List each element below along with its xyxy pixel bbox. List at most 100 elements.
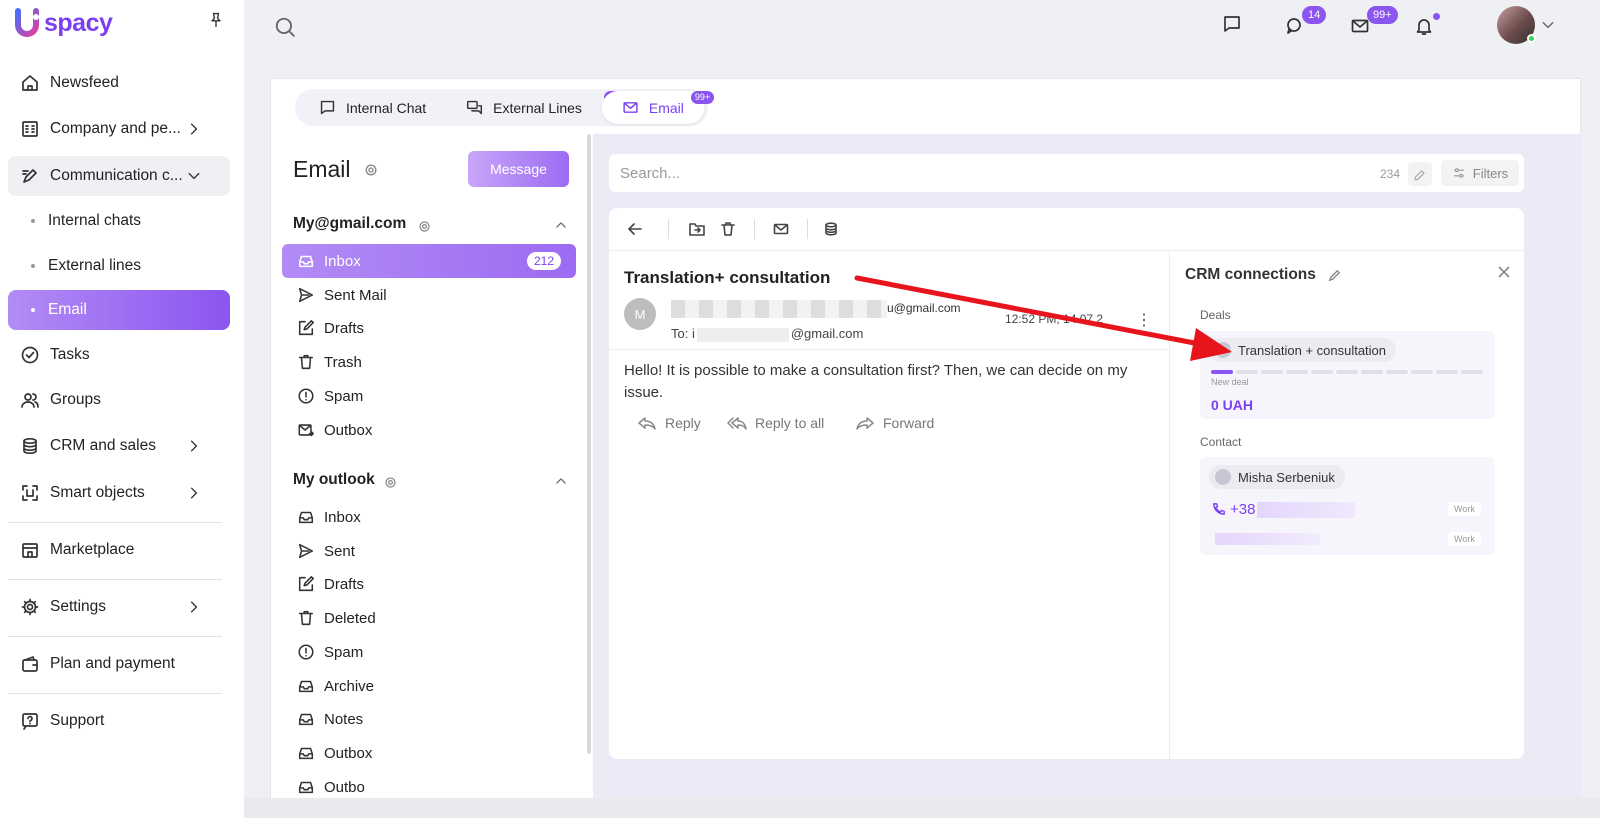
nav-label: External lines (48, 257, 142, 274)
folder-inbox[interactable]: Inbox (282, 500, 576, 534)
folder-scrollbar[interactable] (587, 134, 591, 754)
folder-outbo[interactable]: Outbo (282, 770, 576, 799)
reply-button[interactable]: Reply (637, 415, 701, 431)
crm-database-icon[interactable] (823, 221, 839, 237)
folder-label: Drafts (324, 319, 365, 337)
folder-label: Spam (324, 387, 364, 405)
pin-icon[interactable] (208, 12, 228, 32)
toolbar-divider (668, 219, 669, 239)
search-icon[interactable] (274, 16, 295, 37)
nav-divider (8, 693, 222, 694)
phone-type-tag: Work (1448, 502, 1481, 516)
recipient-line: To: i @gmail.com (671, 326, 863, 342)
filters-button[interactable]: Filters (1441, 160, 1519, 186)
folder-spam[interactable]: Spam (282, 379, 576, 413)
move-to-folder-icon[interactable] (689, 221, 705, 237)
bell-icon[interactable] (1414, 16, 1434, 36)
chats-icon (466, 99, 483, 116)
nav-label: Internal chats (48, 212, 142, 229)
recipient-redacted (696, 327, 789, 342)
page-title: Email (293, 156, 351, 182)
folder-archive[interactable]: Archive (282, 669, 576, 703)
sender-redacted (671, 300, 887, 318)
phone-redacted (1257, 501, 1356, 518)
chevron-up-icon[interactable] (554, 474, 574, 494)
chat-icon[interactable] (1222, 14, 1242, 34)
chevron-up-icon[interactable] (554, 218, 574, 238)
inbox-icon (297, 677, 315, 695)
deal-name: Translation + consultation (1238, 342, 1387, 358)
contact-phone[interactable]: +38 (1211, 501, 1356, 518)
nav-marketplace[interactable]: Marketplace (8, 530, 230, 570)
reply-all-label: Reply to all (755, 415, 825, 431)
folder-label: Sent (324, 542, 355, 560)
nav-groups[interactable]: Groups (8, 380, 230, 420)
new-message-button[interactable]: Message (468, 151, 569, 187)
folder-label: Inbox (324, 508, 361, 526)
folder-outbox[interactable]: Outbox (282, 736, 576, 770)
tab-external-lines[interactable]: External Lines 14 (446, 91, 623, 124)
folder-spam[interactable]: Spam (282, 635, 576, 669)
nav-external-lines[interactable]: External lines (8, 246, 230, 286)
folder-trash[interactable]: Trash (282, 345, 576, 379)
contact-chip[interactable]: Misha Serbeniuk (1209, 465, 1345, 489)
nav-internal-chats[interactable]: Internal chats (8, 201, 230, 241)
main-panel: Internal Chat External Lines 14 Email 99… (270, 78, 1581, 799)
tab-internal-chat[interactable]: Internal Chat (299, 91, 446, 124)
nav-crm[interactable]: CRM and sales (8, 426, 230, 466)
gear-icon[interactable] (417, 219, 437, 239)
folder-deleted[interactable]: Deleted (282, 601, 576, 635)
nav-email[interactable]: Email (8, 290, 230, 330)
mark-unread-icon[interactable] (773, 221, 789, 237)
contact-card[interactable]: Misha Serbeniuk +38 Work Work (1200, 457, 1495, 555)
deal-stage-bar (1211, 370, 1483, 374)
nav-tasks[interactable]: Tasks (8, 335, 230, 375)
folder-drafts[interactable]: Drafts (282, 567, 576, 601)
search-input[interactable]: Search... (620, 165, 680, 182)
nav-label: Email (48, 301, 87, 318)
trash-icon (297, 353, 315, 371)
inbox-icon (297, 252, 315, 270)
logo[interactable]: spacy (14, 8, 113, 38)
nav-smart-objects[interactable]: Smart objects (8, 473, 230, 513)
nav-support[interactable]: Support (8, 701, 230, 741)
nav-settings[interactable]: Settings (8, 587, 230, 627)
folder-sent-mail[interactable]: Sent Mail (282, 278, 576, 312)
edit-icon (297, 575, 315, 593)
folder-notes[interactable]: Notes (282, 702, 576, 736)
folder-label: Deleted (324, 609, 376, 627)
account-name[interactable]: My@gmail.com (293, 215, 406, 233)
chevron-down-icon[interactable] (1540, 17, 1560, 37)
gear-icon[interactable] (383, 475, 403, 495)
account-name[interactable]: My outlook (293, 471, 375, 489)
close-icon[interactable] (1496, 264, 1512, 280)
reply-all-icon (727, 417, 747, 430)
nav-company[interactable]: Company and pe... (8, 109, 230, 149)
inbox-icon (297, 710, 315, 728)
folder-drafts[interactable]: Drafts (282, 311, 576, 345)
nav-divider (8, 636, 222, 637)
folder-outbox[interactable]: Outbox (282, 413, 576, 447)
nav-label: Support (50, 712, 105, 729)
contact-avatar-icon (1215, 469, 1231, 485)
nav-label: Groups (50, 391, 101, 408)
deal-card[interactable]: Translation + consultation New deal 0 UA… (1200, 331, 1495, 419)
folder-sent[interactable]: Sent (282, 534, 576, 568)
nav-label: Smart objects (50, 484, 145, 501)
chevron-right-icon (186, 599, 206, 619)
gear-icon[interactable] (363, 162, 383, 182)
reply-all-button[interactable]: Reply to all (727, 415, 824, 431)
clear-search-button[interactable] (1408, 162, 1432, 186)
nav-communication[interactable]: Communication c... (8, 156, 230, 196)
online-status-dot (1527, 34, 1536, 43)
edit-pencil-icon[interactable] (1327, 268, 1342, 283)
deal-chip[interactable]: Translation + consultation (1209, 338, 1397, 362)
tab-email[interactable]: Email 99+ (601, 91, 715, 124)
nav-newsfeed[interactable]: Newsfeed (8, 63, 230, 103)
forward-button[interactable]: Forward (855, 415, 934, 431)
trash-icon[interactable] (720, 221, 736, 237)
more-options-icon[interactable]: ⋮ (1136, 310, 1152, 330)
nav-plan-payment[interactable]: Plan and payment (8, 644, 230, 684)
back-arrow-icon[interactable] (627, 221, 643, 237)
folder-inbox[interactable]: Inbox 212 (282, 244, 576, 278)
